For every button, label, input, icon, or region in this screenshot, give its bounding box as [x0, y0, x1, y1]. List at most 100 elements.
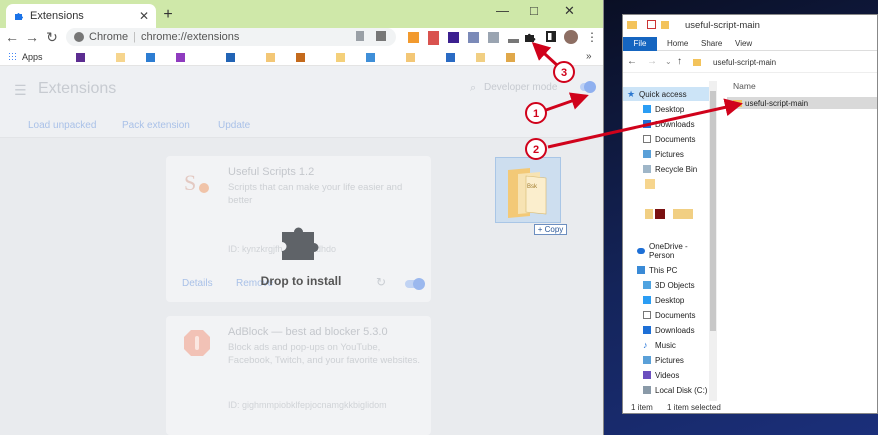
nav-item-quick-access[interactable]: ★ Quick access — [623, 87, 709, 101]
nav-item-label: Documents — [655, 134, 696, 144]
nav-item-pictures[interactable]: Pictures — [623, 147, 709, 161]
nav-item-this-pc[interactable]: This PC — [623, 263, 709, 277]
extensions-puzzle-icon[interactable] — [524, 31, 536, 43]
extension-icon[interactable] — [408, 32, 419, 43]
tab-extensions[interactable]: Extensions ✕ — [6, 4, 156, 28]
minimize-button[interactable]: — — [496, 3, 509, 18]
file-explorer-window: useful-script-main File Home Share View … — [622, 14, 878, 414]
bookmark-item[interactable] — [296, 53, 305, 62]
omnibox[interactable]: Chrome | chrome://extensions — [66, 28, 396, 46]
redacted-block — [376, 31, 386, 41]
video-icon — [643, 371, 651, 379]
nav-item-local-disk[interactable]: Local Disk (C:) — [623, 383, 709, 397]
update-button[interactable]: Update — [218, 120, 250, 131]
nav-item-downloads[interactable]: Downloads — [623, 117, 709, 131]
avatar[interactable] — [564, 30, 578, 44]
nav-item-music[interactable]: ♪ Music — [623, 338, 709, 352]
search-icon[interactable]: ⌕ — [470, 82, 476, 95]
apps-grid-icon[interactable] — [8, 52, 17, 61]
bookmark-item[interactable] — [476, 53, 485, 62]
url-text: chrome://extensions — [140, 31, 240, 43]
address-bar: ← → ⌄ ↑ useful-script-main — [623, 51, 877, 73]
reload-icon[interactable]: ↻ — [44, 29, 60, 46]
nav-item-label: Documents — [655, 310, 696, 320]
star-icon: ★ — [627, 89, 636, 99]
maximize-button[interactable]: □ — [530, 3, 538, 18]
nav-item-videos[interactable]: Videos — [623, 368, 709, 382]
bookmark-item[interactable] — [406, 53, 415, 62]
scrollbar-thumb[interactable] — [710, 91, 716, 331]
folder-icon — [661, 21, 669, 29]
nav-item-pictures[interactable]: Pictures — [623, 353, 709, 367]
extension-enable-toggle[interactable] — [405, 278, 425, 290]
back-icon[interactable]: ← — [4, 29, 20, 45]
developer-mode-toggle[interactable] — [580, 81, 596, 93]
extension-icon[interactable] — [468, 32, 479, 43]
address-path[interactable]: useful-script-main — [713, 58, 776, 67]
computer-icon — [637, 266, 645, 274]
extension-icon[interactable] — [488, 32, 499, 43]
bookmark-item[interactable] — [506, 53, 515, 62]
nav-item-onedrive[interactable]: OneDrive - Person — [623, 242, 709, 260]
back-icon[interactable]: ← — [627, 56, 637, 67]
new-tab-button[interactable]: + — [160, 6, 176, 24]
nav-item-label: Videos — [655, 370, 680, 380]
redacted-block — [356, 31, 364, 41]
bookmarks-overflow-button[interactable]: » — [586, 51, 592, 62]
forward-icon[interactable]: → — [647, 56, 657, 67]
pack-extension-button[interactable]: Pack extension — [122, 120, 190, 131]
bookmark-item[interactable] — [336, 53, 345, 62]
nav-item-label: Local Disk (C:) — [655, 385, 708, 395]
chrome-logo-icon — [74, 32, 84, 42]
bookmark-item[interactable] — [146, 53, 155, 62]
drop-zone[interactable]: Drop to install — [196, 216, 406, 306]
bookmark-item[interactable] — [116, 53, 125, 62]
bookmark-item[interactable] — [76, 53, 85, 62]
ribbon-tab-share[interactable]: Share — [701, 39, 722, 48]
load-unpacked-button[interactable]: Load unpacked — [28, 120, 96, 131]
nav-item-desktop[interactable]: Desktop — [623, 293, 709, 307]
list-item[interactable]: useful-script-main — [727, 97, 877, 109]
extension-icon[interactable] — [428, 31, 439, 45]
developer-mode-label: Developer mode — [484, 82, 558, 93]
picture-icon — [643, 356, 651, 364]
close-window-button[interactable]: ✕ — [564, 3, 575, 19]
extension-description: Scripts that can make your life easier a… — [228, 182, 403, 206]
nav-item-recycle-bin[interactable]: Recycle Bin — [623, 162, 709, 176]
music-icon: ♪ — [643, 340, 648, 350]
nav-item-documents[interactable]: Documents — [623, 308, 709, 322]
extension-icon[interactable] — [448, 32, 459, 43]
extension-id: ID: gighmmpiobklfepjocnamgkkbiglidom — [228, 400, 387, 410]
extension-icon[interactable] — [508, 39, 519, 43]
useful-scripts-logo: S — [182, 168, 212, 198]
chevron-down-icon[interactable]: ⌄ — [665, 57, 672, 66]
bookmark-item[interactable] — [226, 53, 235, 62]
ribbon-tab-home[interactable]: Home — [667, 39, 688, 48]
bookmark-item[interactable] — [266, 53, 275, 62]
bookmarks-apps-label[interactable]: Apps — [22, 52, 43, 62]
nav-item-downloads[interactable]: Downloads — [623, 323, 709, 337]
ribbon-tab-file[interactable]: File — [623, 37, 657, 51]
navigation-scrollbar[interactable] — [709, 81, 717, 401]
bookmark-item[interactable] — [176, 53, 185, 62]
forward-icon[interactable]: → — [24, 29, 40, 45]
extension-name: Useful Scripts 1.2 — [228, 166, 315, 178]
nav-item-documents[interactable]: Documents — [623, 132, 709, 146]
tab-strip: Extensions ✕ + — □ ✕ — [0, 0, 603, 28]
nav-item-3d-objects[interactable]: 3D Objects — [623, 278, 709, 292]
omnibox-prefix: Chrome — [89, 31, 129, 43]
column-header-name[interactable]: Name — [733, 81, 756, 91]
bookmark-item[interactable] — [366, 53, 375, 62]
adblock-logo — [182, 328, 212, 358]
nav-item-desktop[interactable]: Desktop — [623, 102, 709, 116]
ribbon-tab-view[interactable]: View — [735, 39, 752, 48]
bookmark-item[interactable] — [446, 53, 455, 62]
drop-to-install-text: Drop to install — [260, 274, 342, 288]
hamburger-menu-icon[interactable]: ☰ — [14, 82, 27, 99]
menu-dots-icon[interactable]: ⋮ — [586, 30, 598, 44]
side-panel-icon[interactable] — [546, 31, 556, 42]
up-icon[interactable]: ↑ — [677, 56, 682, 67]
close-tab-icon[interactable]: ✕ — [136, 9, 152, 23]
action-bar: Load unpacked Pack extension Update — [0, 112, 603, 138]
puzzle-icon — [14, 11, 24, 21]
